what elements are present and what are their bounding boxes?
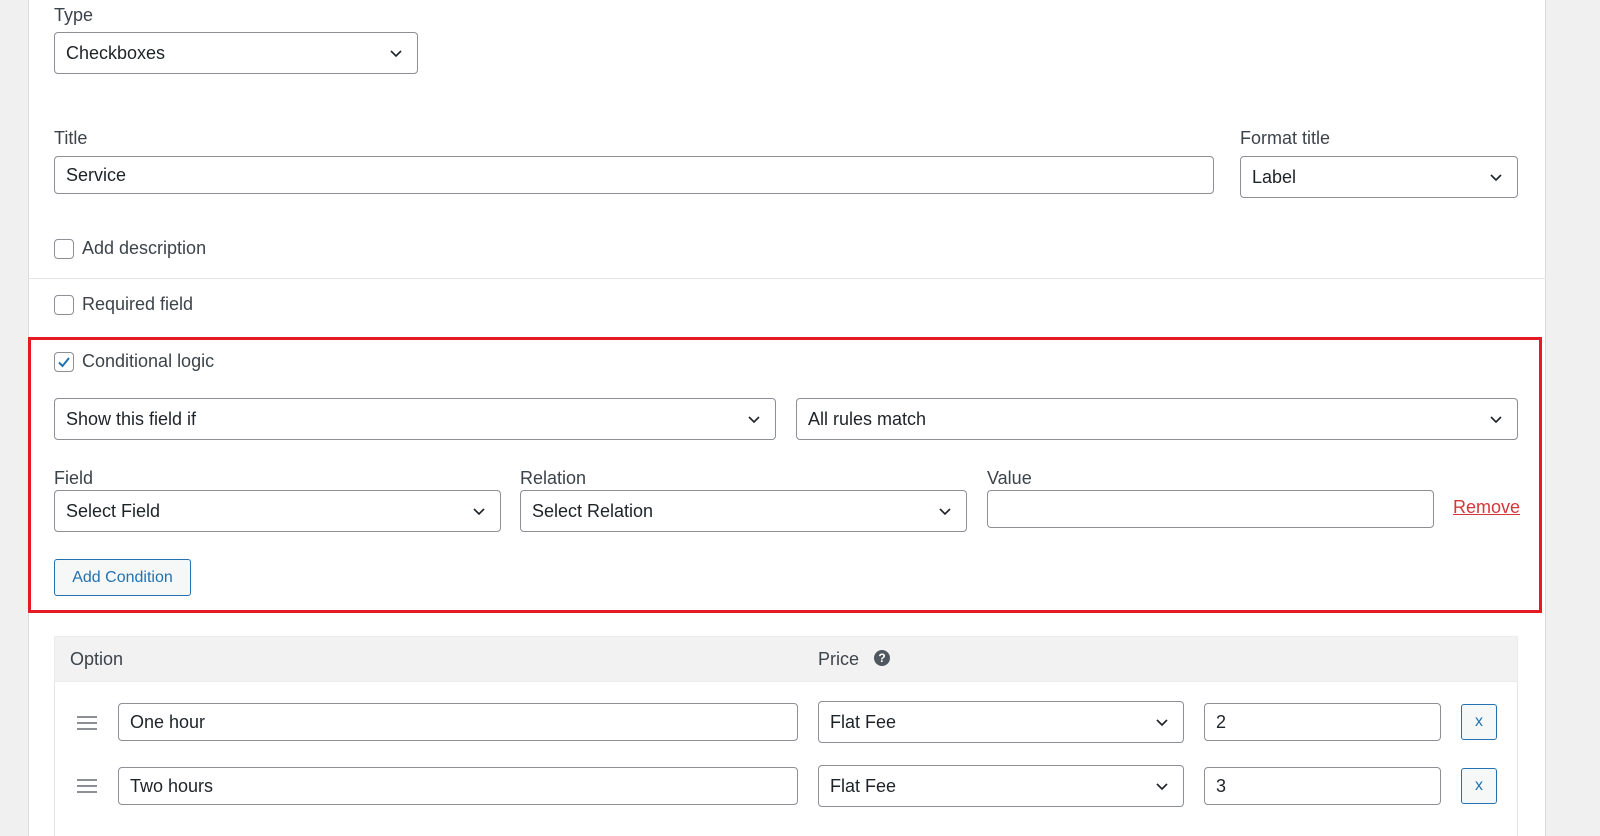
checkmark-icon (58, 356, 70, 367)
required-field-label: Required field (82, 294, 194, 314)
remove-option-button[interactable]: x (1461, 704, 1497, 740)
add-description-label: Add description (82, 238, 207, 258)
show-field-if-select[interactable]: Show this field if (54, 398, 776, 440)
title-input[interactable]: Service (54, 156, 1214, 194)
conditional-logic-label: Conditional logic (82, 351, 215, 371)
rules-match-select[interactable]: All rules match (796, 398, 1518, 440)
price-type-value: Flat Fee (830, 775, 897, 796)
options-table-header (54, 636, 1518, 682)
required-field-checkbox[interactable] (54, 294, 74, 315)
chevron-down-icon (733, 411, 775, 427)
required-field-row[interactable]: Required field (54, 294, 193, 315)
select-field-value: Select Field (66, 500, 161, 521)
format-title-select[interactable]: Label (1240, 156, 1518, 198)
drag-handle-icon[interactable] (77, 779, 97, 793)
add-description-row[interactable]: Add description (54, 238, 206, 259)
drag-handle-icon[interactable] (77, 716, 97, 730)
conditional-logic-highlight (28, 337, 1542, 613)
option-name-input[interactable]: One hour (118, 703, 798, 741)
option-name-input[interactable]: Two hours (118, 767, 798, 805)
chevron-down-icon (924, 503, 966, 519)
format-title-label: Format title (1240, 128, 1331, 148)
title-label: Title (54, 128, 88, 148)
rules-match-value: All rules match (808, 408, 927, 429)
remove-condition-link[interactable]: Remove (1453, 497, 1520, 518)
question-circle-icon[interactable]: ? (874, 650, 890, 666)
option-column-header: Option (70, 649, 124, 669)
price-column-header: Price (818, 649, 860, 669)
price-input[interactable]: 2 (1204, 703, 1441, 741)
type-label: Type (54, 5, 94, 25)
select-field-dropdown[interactable]: Select Field (54, 490, 501, 532)
chevron-down-icon (375, 45, 417, 61)
chevron-down-icon (458, 503, 500, 519)
field-label: Field (54, 468, 94, 488)
select-relation-dropdown[interactable]: Select Relation (520, 490, 967, 532)
select-relation-value: Select Relation (532, 500, 654, 521)
add-condition-button[interactable]: Add Condition (54, 559, 191, 596)
price-type-value: Flat Fee (830, 711, 897, 732)
chevron-down-icon (1141, 714, 1183, 730)
conditional-logic-row[interactable]: Conditional logic (54, 351, 214, 372)
add-description-checkbox[interactable] (54, 238, 74, 259)
relation-label: Relation (520, 468, 587, 488)
type-select[interactable]: Checkboxes (54, 32, 418, 74)
format-title-value: Label (1252, 166, 1297, 187)
remove-option-button[interactable]: x (1461, 768, 1497, 804)
chevron-down-icon (1141, 778, 1183, 794)
price-input[interactable]: 3 (1204, 767, 1441, 805)
chevron-down-icon (1475, 169, 1517, 185)
type-select-value: Checkboxes (66, 42, 166, 63)
chevron-down-icon (1475, 411, 1517, 427)
conditional-logic-checkbox[interactable] (54, 351, 74, 372)
condition-value-input[interactable] (987, 490, 1434, 528)
price-type-select[interactable]: Flat Fee (818, 765, 1184, 807)
price-type-select[interactable]: Flat Fee (818, 701, 1184, 743)
show-field-if-value: Show this field if (66, 408, 197, 429)
divider (28, 278, 1546, 279)
value-label: Value (987, 468, 1032, 488)
